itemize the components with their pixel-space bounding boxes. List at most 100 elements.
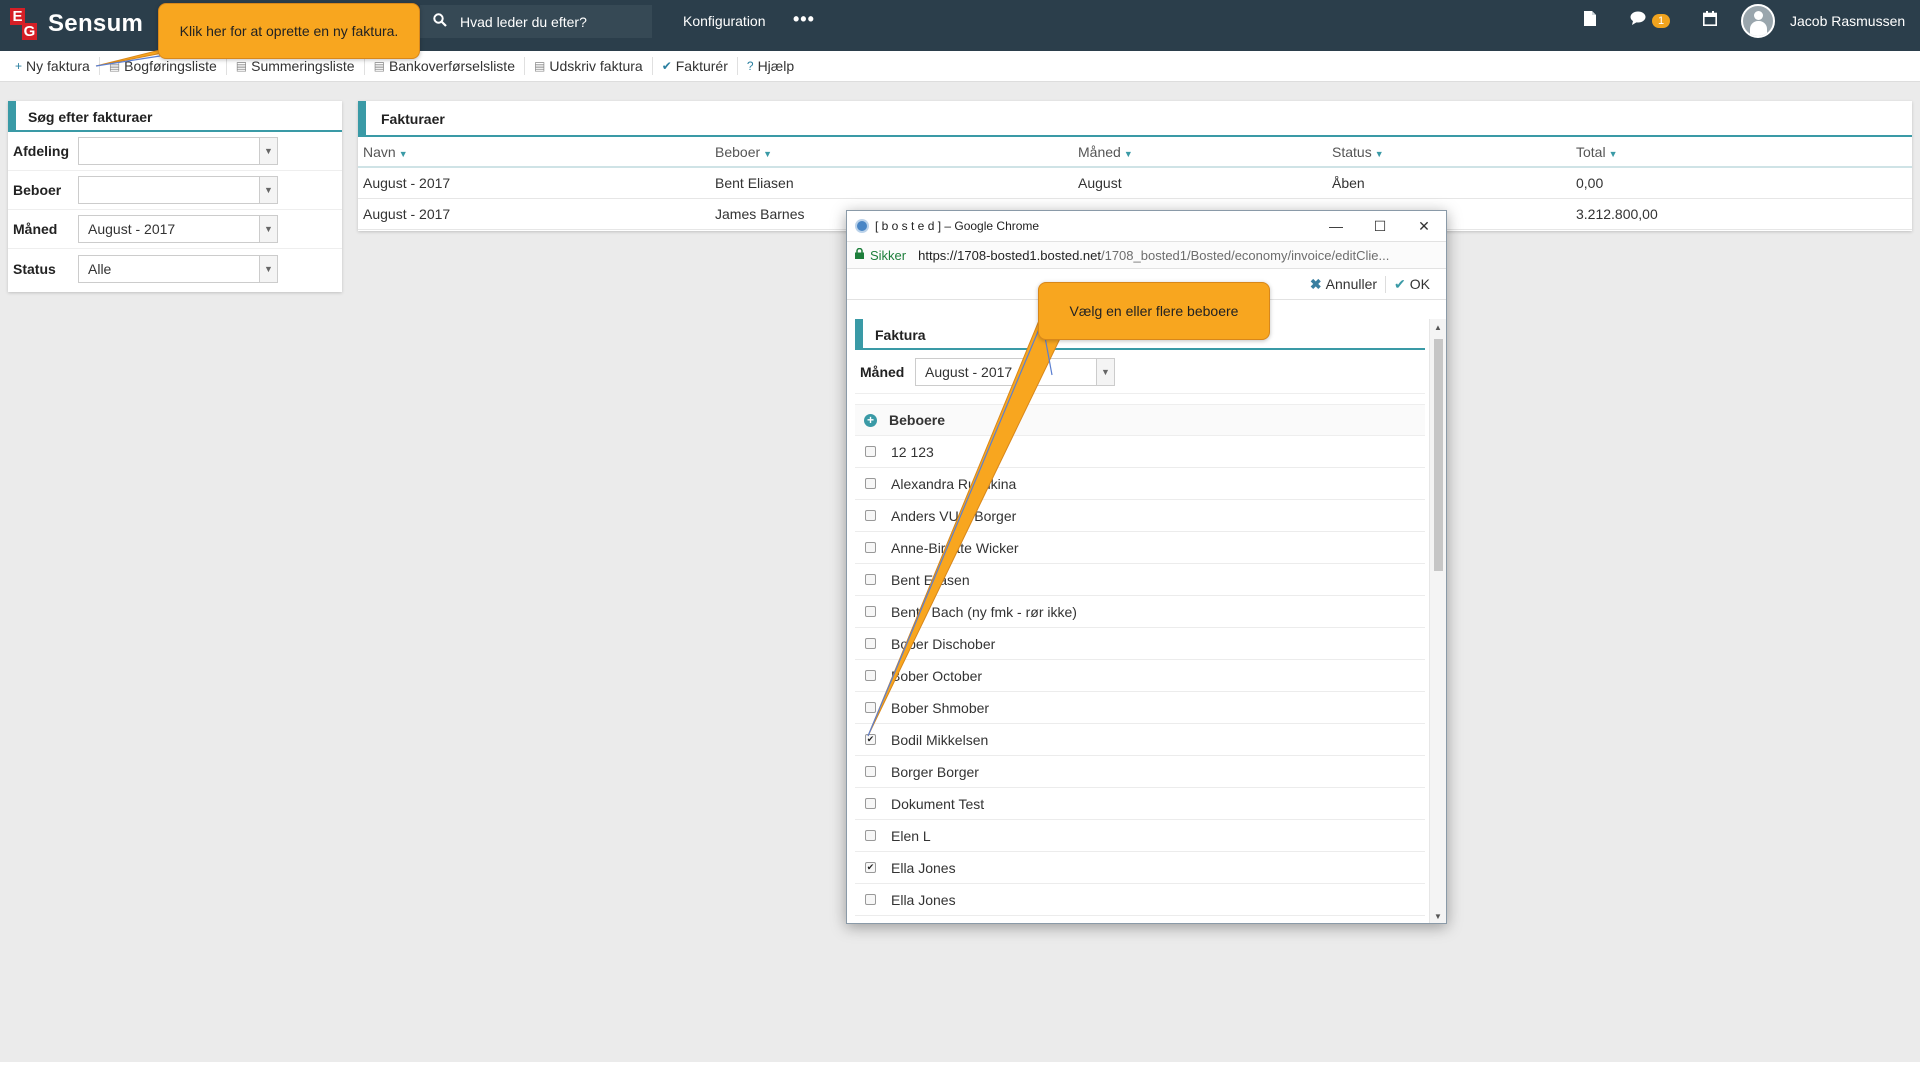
residents-header-label: Beboere bbox=[889, 412, 946, 428]
checkbox[interactable] bbox=[865, 574, 876, 585]
popup-scroll-content[interactable]: Faktura Måned August - 2017 ▼ + Beboere … bbox=[855, 319, 1425, 923]
question-icon: ? bbox=[746, 59, 754, 73]
chevron-down-icon: ▼ bbox=[259, 255, 277, 282]
resident-row[interactable]: Bent Eliasen bbox=[855, 564, 1425, 596]
resident-row[interactable]: 12 123 bbox=[855, 436, 1425, 468]
filter-label: Afdeling bbox=[13, 143, 69, 159]
nav-konfiguration[interactable]: Konfiguration bbox=[683, 13, 766, 29]
checkbox[interactable] bbox=[865, 446, 876, 457]
popup-address-bar[interactable]: Sikker https://1708-bosted1.bosted.net/1… bbox=[847, 241, 1446, 269]
checkbox[interactable] bbox=[865, 702, 876, 713]
status-select[interactable]: Alle ▼ bbox=[78, 254, 278, 283]
chevron-down-icon: ▼ bbox=[259, 138, 277, 164]
popup-scrollbar[interactable]: ▲ ▼ bbox=[1429, 319, 1446, 923]
checkbox[interactable] bbox=[865, 894, 876, 905]
new-invoice-button[interactable]: + Ny faktura bbox=[6, 57, 100, 75]
checkbox[interactable] bbox=[865, 766, 876, 777]
chevron-down-icon: ▼ bbox=[259, 177, 277, 203]
summary-list-label: Summeringsliste bbox=[251, 58, 355, 74]
checkbox[interactable] bbox=[865, 830, 876, 841]
resident-row[interactable]: Dokument Test bbox=[855, 788, 1425, 820]
resident-row[interactable]: Borger Borger bbox=[855, 756, 1425, 788]
popup-month-select[interactable]: August - 2017 ▼ bbox=[915, 357, 1115, 386]
logo-letter-g: G bbox=[22, 23, 37, 40]
print-invoice-button[interactable]: ▤ Udskriv faktura bbox=[525, 57, 653, 75]
cell-total: 3.212.800,00 bbox=[1576, 206, 1658, 222]
checkbox[interactable] bbox=[865, 798, 876, 809]
resident-name: Bober October bbox=[891, 667, 983, 684]
new-invoice-label: Ny faktura bbox=[26, 58, 90, 74]
checkbox[interactable] bbox=[865, 510, 876, 521]
column-header-status[interactable]: Status ▼ bbox=[1332, 144, 1576, 160]
chevron-down-icon: ▼ bbox=[1096, 358, 1114, 385]
scroll-down-icon[interactable]: ▼ bbox=[1434, 912, 1442, 921]
checkbox-checked[interactable]: ✔ bbox=[865, 734, 876, 745]
checkbox[interactable] bbox=[865, 638, 876, 649]
scroll-up-icon[interactable]: ▲ bbox=[1434, 323, 1442, 332]
tooltip-new-invoice: Klik her for at oprette en ny faktura. bbox=[158, 3, 420, 59]
global-search[interactable] bbox=[420, 5, 652, 38]
checkbox[interactable] bbox=[865, 606, 876, 617]
column-header-month[interactable]: Måned ▼ bbox=[1078, 144, 1332, 160]
table-row[interactable]: August - 2017 Bent Eliasen August Åben 0… bbox=[358, 168, 1912, 199]
resident-row[interactable]: Bober Shmober bbox=[855, 692, 1425, 724]
eg-logo-mark: E G bbox=[10, 6, 40, 42]
department-select[interactable]: ▼ bbox=[78, 137, 278, 165]
summary-list-button[interactable]: ▤ Summeringsliste bbox=[227, 57, 365, 75]
month-select[interactable]: August - 2017 ▼ bbox=[78, 215, 278, 243]
sort-icon: ▼ bbox=[1374, 148, 1384, 159]
plus-icon: + bbox=[15, 59, 23, 73]
maximize-icon[interactable]: ☐ bbox=[1358, 211, 1402, 241]
resident-name: Anders VUM Borger bbox=[891, 507, 1017, 524]
help-label: Hjælp bbox=[757, 58, 795, 74]
search-input[interactable] bbox=[460, 13, 640, 30]
posting-list-button[interactable]: ▤ Bogføringsliste bbox=[100, 57, 227, 75]
checkbox-checked[interactable]: ✔ bbox=[865, 862, 876, 873]
calendar-icon[interactable] bbox=[1703, 11, 1717, 30]
checkbox[interactable] bbox=[865, 670, 876, 681]
resident-row[interactable]: Anne-Birgitte Wicker bbox=[855, 532, 1425, 564]
app-name: Sensum bbox=[48, 10, 144, 37]
pdf-icon: ▤ bbox=[373, 59, 385, 73]
cell-status: Åben bbox=[1332, 175, 1365, 191]
resident-list: 12 123 Alexandra Rushkina Anders VUM Borge… bbox=[855, 436, 1425, 916]
popup-titlebar[interactable]: [ b o s t e d ] – Google Chrome — ☐ ✕ bbox=[847, 211, 1446, 241]
resident-row[interactable]: Ella Jones bbox=[855, 884, 1425, 916]
minimize-icon[interactable]: — bbox=[1314, 211, 1358, 241]
residents-header[interactable]: + Beboere bbox=[855, 404, 1425, 436]
cancel-button[interactable]: ✖ Annuller bbox=[1302, 276, 1385, 293]
resident-select[interactable]: ▼ bbox=[78, 176, 278, 204]
app-logo[interactable]: E G Sensum bbox=[10, 6, 143, 42]
resident-name: 12 123 bbox=[891, 443, 934, 460]
invoice-action-button[interactable]: ✔ Fakturér bbox=[653, 57, 738, 75]
column-header-resident[interactable]: Beboer ▼ bbox=[715, 144, 1078, 160]
ok-button[interactable]: ✔ OK bbox=[1385, 275, 1438, 293]
user-avatar-icon[interactable] bbox=[1741, 4, 1775, 38]
column-header-name[interactable]: Navn ▼ bbox=[358, 144, 715, 160]
document-icon[interactable] bbox=[1584, 11, 1596, 30]
resident-row[interactable]: Bober Dischober bbox=[855, 628, 1425, 660]
resident-name: Anne-Birgitte Wicker bbox=[891, 539, 1019, 556]
user-name[interactable]: Jacob Rasmussen bbox=[1790, 13, 1905, 29]
scrollbar-thumb[interactable] bbox=[1434, 339, 1443, 571]
resident-row[interactable]: Bober October bbox=[855, 660, 1425, 692]
resident-row[interactable]: ✔ Bodil Mikkelsen bbox=[855, 724, 1425, 756]
resident-name: Bober Shmober bbox=[891, 699, 990, 716]
pdf-icon: ▤ bbox=[235, 59, 248, 73]
bank-transfer-list-button[interactable]: ▤ Bankoverførselsliste bbox=[365, 57, 525, 75]
checkbox[interactable] bbox=[865, 478, 876, 489]
resident-row[interactable]: ✔ Ella Jones bbox=[855, 852, 1425, 884]
close-icon[interactable]: ✕ bbox=[1402, 211, 1446, 241]
resident-row[interactable]: Anders VUM Borger bbox=[855, 500, 1425, 532]
nav-more-menu[interactable]: ••• bbox=[793, 9, 815, 30]
help-button[interactable]: ? Hjælp bbox=[738, 57, 803, 75]
resident-row[interactable]: Alexandra Rushkina bbox=[855, 468, 1425, 500]
resident-row[interactable]: Bente Bach (ny fmk - rør ikke) bbox=[855, 596, 1425, 628]
chat-icon[interactable] bbox=[1630, 11, 1646, 29]
checkbox[interactable] bbox=[865, 542, 876, 553]
select-value: Alle bbox=[88, 260, 112, 277]
column-header-total[interactable]: Total ▼ bbox=[1576, 144, 1876, 160]
resident-row[interactable]: Elen L bbox=[855, 820, 1425, 852]
filter-label: Måned bbox=[13, 221, 58, 237]
filter-label: Status bbox=[13, 260, 56, 277]
